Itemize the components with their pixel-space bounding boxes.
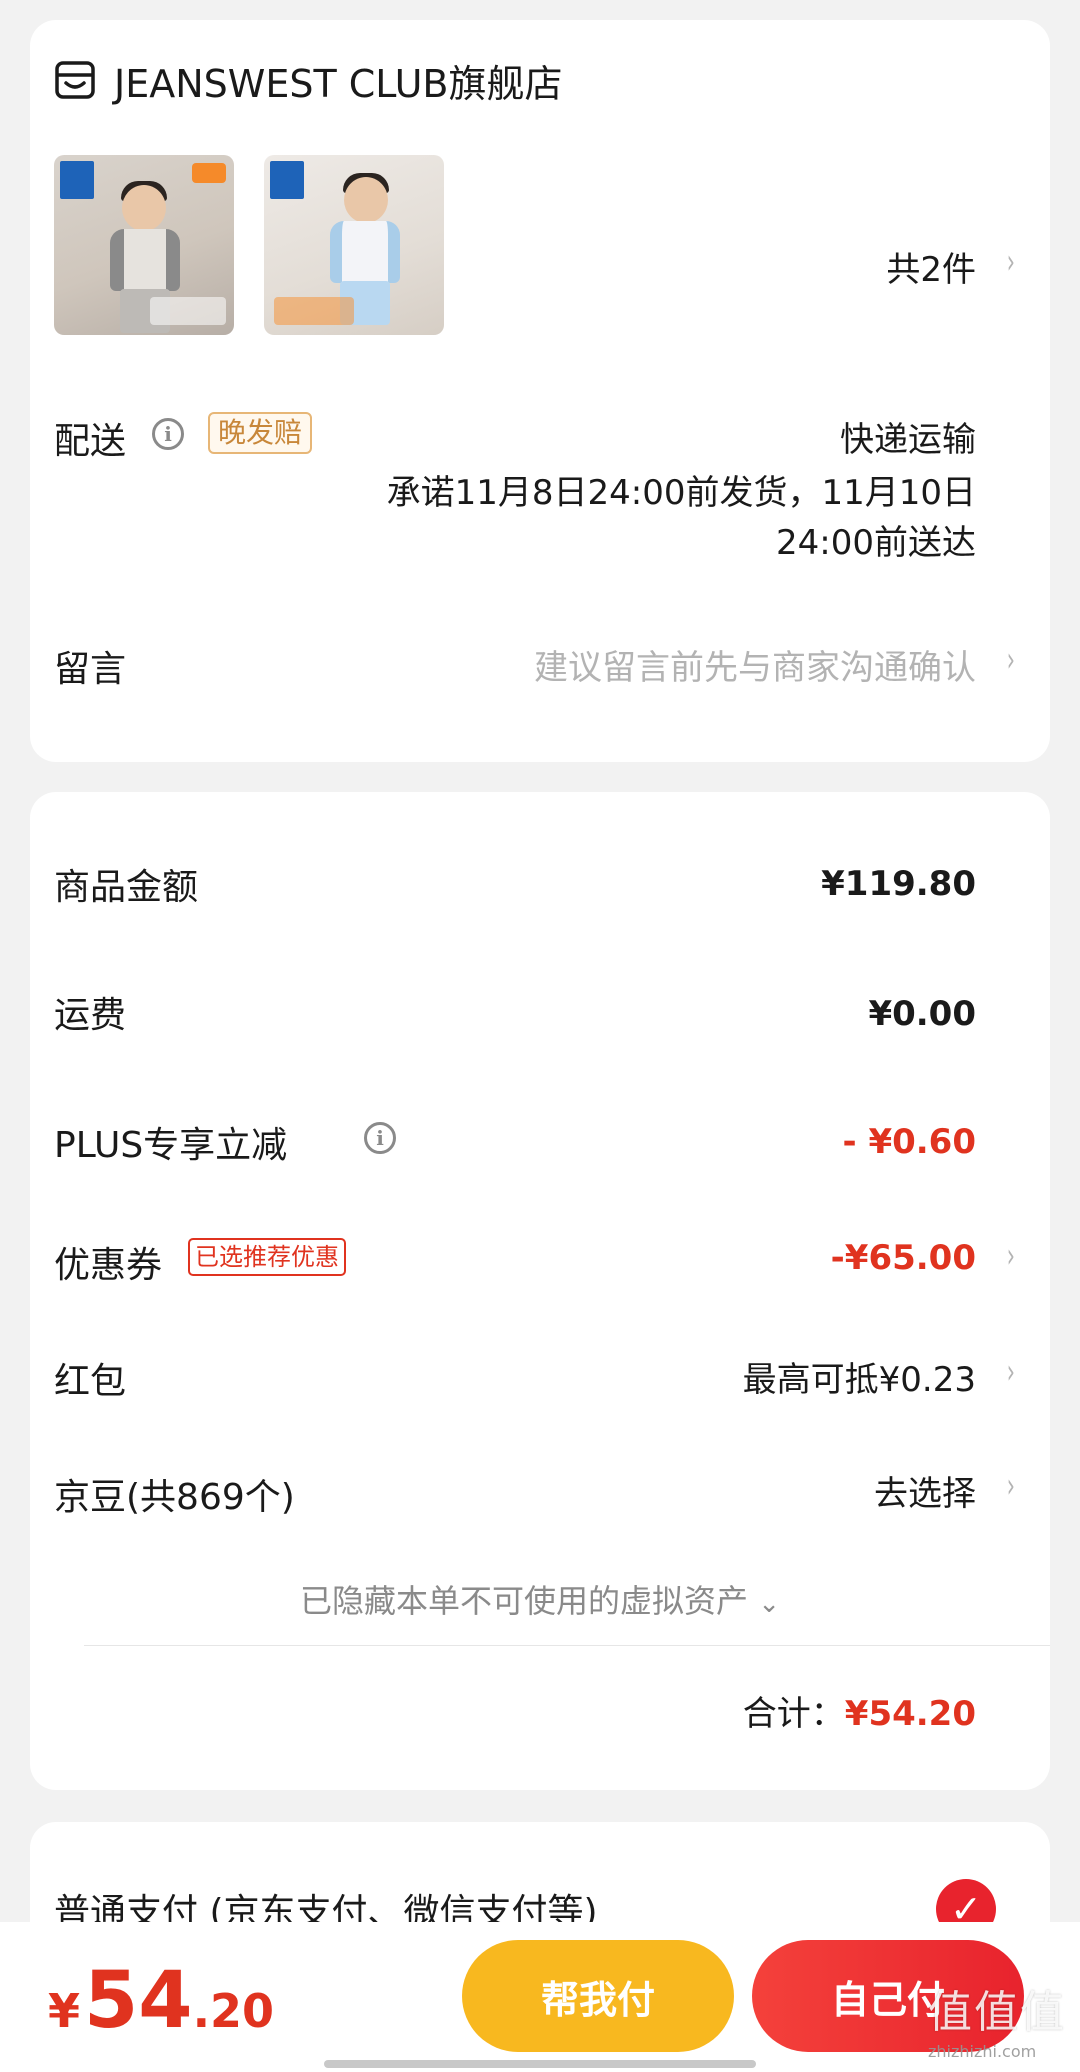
help-me-pay-button[interactable]: 帮我付 [462, 1940, 734, 2052]
shipping-fee-value: ¥0.00 [868, 994, 976, 1034]
total-value: ¥54.20 [844, 1694, 976, 1734]
chevron-down-icon: ⌄ [758, 1589, 780, 1619]
message-label: 留言 [54, 649, 127, 690]
shipping-fee-label: 运费 [54, 995, 127, 1036]
hidden-assets-toggle[interactable]: 已隐藏本单不可使用的虚拟资产 ⌄ [0, 1576, 1080, 1622]
chevron-right-icon[interactable]: › [1007, 640, 1015, 680]
late-compensation-tag: 晚发赔 [208, 412, 313, 454]
product-thumbnail-1[interactable] [54, 155, 234, 335]
total-decimal: .20 [192, 1984, 275, 2038]
hidden-assets-text: 已隐藏本单不可使用的虚拟资产 [300, 1582, 749, 1620]
chevron-right-icon[interactable]: › [1007, 242, 1015, 282]
coupon-value[interactable]: -¥65.00 [831, 1238, 976, 1278]
chevron-right-icon[interactable]: › [1007, 1352, 1015, 1392]
bottom-total: ¥ 54 .20 [48, 1956, 274, 2046]
product-thumbnail-2[interactable] [264, 155, 444, 335]
info-icon[interactable]: i [364, 1122, 396, 1154]
brand-logo-icon [60, 161, 94, 199]
store-icon [55, 61, 95, 99]
order-total: 合计：¥54.20 [743, 1686, 976, 1735]
watermark-url: zhizhizhi.com [928, 2042, 1037, 2061]
info-icon[interactable]: i [152, 418, 184, 450]
watermark-logo: 值值值 [928, 1987, 1066, 2038]
store-name: JEANSWEST CLUB旗舰店 [114, 61, 563, 106]
chevron-right-icon[interactable]: › [1007, 1466, 1015, 1506]
coupon-label: 优惠券 [54, 1245, 163, 1286]
total-label: 合计： [742, 1694, 845, 1734]
price-card [30, 792, 1050, 1790]
total-integer: 54 [84, 1956, 193, 2046]
delivery-promise: 承诺11月8日24:00前发货，11月10日24:00前送达 [386, 473, 976, 563]
red-packet-label: 红包 [54, 1361, 127, 1402]
delivery-label: 配送 [54, 421, 127, 462]
item-count[interactable]: 共2件 [886, 242, 976, 291]
store-header[interactable]: JEANSWEST CLUB旗舰店 [54, 50, 562, 110]
home-indicator[interactable] [324, 2060, 756, 2068]
currency-symbol: ¥ [48, 1984, 81, 2038]
plus-discount-value: - ¥0.60 [842, 1122, 977, 1162]
red-packet-value[interactable]: 最高可抵¥0.23 [743, 1352, 976, 1401]
chevron-right-icon[interactable]: › [1007, 1236, 1015, 1276]
shipping-method: 快递运输 [840, 420, 976, 460]
coupon-recommended-tag: 已选推荐优惠 [188, 1238, 346, 1276]
goods-amount-label: 商品金额 [54, 867, 199, 908]
jingdou-select[interactable]: 去选择 [874, 1466, 976, 1515]
brand-logo-icon [270, 161, 304, 199]
warm-badge-icon [192, 163, 226, 183]
watermark: 值值值 zhizhizhi.com [928, 1976, 1080, 2061]
plus-discount-label: PLUS专享立减 [54, 1125, 288, 1166]
message-input[interactable]: 建议留言前先与商家沟通确认 [534, 640, 976, 689]
jingdou-label: 京豆(共869个) [54, 1477, 295, 1518]
goods-amount-value: ¥119.80 [821, 864, 976, 904]
divider [84, 1645, 1050, 1646]
